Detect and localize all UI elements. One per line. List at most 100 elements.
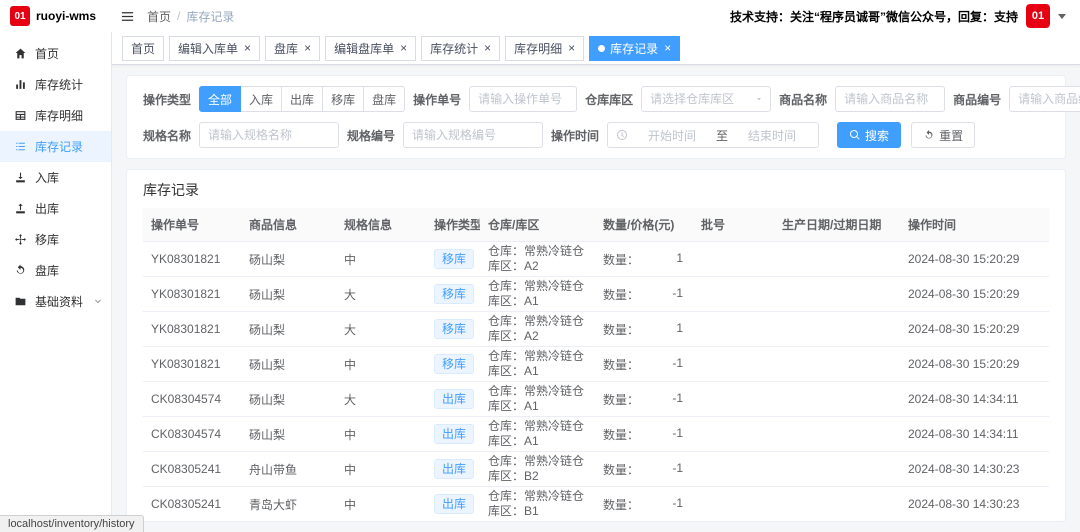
user-menu-caret-down-icon[interactable] (1058, 13, 1066, 19)
sidebar-toggle-icon[interactable] (120, 9, 135, 24)
product-name-label: 商品名称 (779, 92, 828, 107)
operation-type-option[interactable]: 移库 (323, 86, 365, 112)
sidebar-item-transfer[interactable]: 移库 (0, 224, 111, 255)
tab-edit-stocktake-order[interactable]: 编辑盘库单 × (325, 35, 417, 61)
cell-warehouse: 仓库：常熟冷链仓 库区：A2 (480, 311, 595, 347)
sidebar-item-outbound[interactable]: 出库 (0, 193, 111, 224)
tab-label: 库存统计 (430, 41, 479, 56)
product-name-input[interactable] (835, 86, 946, 112)
tab-close-icon[interactable]: × (664, 42, 671, 54)
operation-type-badge: 移库 (434, 284, 475, 304)
product-no-label: 商品编号 (953, 92, 1002, 107)
sidebar-item-label: 库存记录 (35, 140, 84, 154)
operation-time-label: 操作时间 (551, 128, 600, 143)
topbar: 01 ruoyi-wms 首页 / 库存记录 技术支持：关注“程序员诚哥”微信公… (0, 0, 1080, 32)
app-logo[interactable]: 01 ruoyi-wms (0, 6, 112, 26)
cell-time: 2024-08-30 15:20:29 (900, 276, 1049, 312)
detail-icon (14, 109, 27, 122)
cell-warehouse: 仓库：常熟冷链仓 库区：A1 (480, 381, 595, 417)
sidebar-item-inventory-stats[interactable]: 库存统计 (0, 69, 111, 100)
tab-close-icon[interactable]: × (304, 42, 311, 54)
cell-operation-type: 出库 (426, 451, 480, 487)
cell-spec: 中 (336, 346, 426, 382)
product-no-input[interactable] (1009, 86, 1080, 112)
cell-time: 2024-08-30 15:20:29 (900, 346, 1049, 382)
cell-product: 舟山带鱼 (241, 522, 336, 523)
cell-product: 砀山梨 (241, 381, 336, 417)
stocktake-icon (14, 264, 27, 277)
cell-warehouse: 仓库：常熟冷链仓 库区：A1 (480, 416, 595, 452)
table-row: CK08304574 砀山梨大出库 仓库：常熟冷链仓 库区：A1 数量： -1 2024-0… (143, 381, 1049, 417)
operation-type-option[interactable]: 盘库 (364, 86, 406, 112)
tab-home[interactable]: 首页 (122, 35, 165, 61)
cell-spec: 中 (336, 486, 426, 521)
tab-close-icon[interactable]: × (568, 42, 575, 54)
app-logo-icon: 01 (10, 6, 30, 26)
cell-batch (693, 451, 774, 487)
cell-time: 2024-08-30 14:30:23 (900, 522, 1049, 523)
cell-spec: 中 (336, 241, 426, 277)
filter-panel: 操作类型 全部入库出库移库盘库 操作单号 仓库库区 (126, 75, 1080, 159)
chevron-down-icon (93, 297, 103, 307)
cell-operation-type: 出库 (426, 522, 480, 523)
sidebar-item-base-data[interactable]: 基础资料 (0, 286, 111, 317)
sidebar-item-inventory-records[interactable]: 库存记录 (0, 131, 111, 162)
breadcrumb-current: 库存记录 (186, 9, 235, 24)
cell-order-no: CK08304574 (143, 381, 241, 417)
tab-inventory-detail[interactable]: 库存明细 × (505, 35, 585, 61)
refresh-icon (923, 129, 935, 141)
table-row: CK08305241舟山带鱼大出库仓库：常熟冷链仓库区：B2数量：-1 2024-… (143, 522, 1049, 523)
outbound-icon (14, 202, 27, 215)
tab-label: 盘库 (274, 41, 299, 56)
operation-type-field: 操作类型 全部 入库 出库 移库 盘库 (143, 86, 406, 112)
warehouse-area-field: 仓库库区 (585, 86, 772, 112)
tab-label: 库存记录 (610, 41, 659, 56)
column-header: 商品信息 (241, 208, 336, 242)
table-row: YK08301821 砀山梨中移库 仓库：常熟冷链仓 库区：A2 数量： 1 2024-08… (143, 241, 1049, 277)
cell-spec: 中 (336, 416, 426, 452)
cell-dates (774, 451, 900, 487)
cell-batch (693, 276, 774, 312)
cell-order-no: CK08305241 (143, 486, 241, 521)
content-area: 操作类型 全部入库出库移库盘库 操作单号 仓库库区 (112, 65, 1080, 532)
reset-button[interactable]: 重置 (911, 122, 976, 148)
tab-stocktake[interactable]: 盘库 × (265, 35, 321, 61)
search-button[interactable]: 搜索 (837, 122, 902, 148)
breadcrumb-home[interactable]: 首页 (147, 8, 171, 25)
tab-close-icon[interactable]: × (400, 42, 407, 54)
sidebar-item-inventory-detail[interactable]: 库存明细 (0, 100, 111, 131)
operation-no-input[interactable] (469, 86, 578, 112)
user-avatar[interactable]: 01 (1026, 4, 1050, 28)
warehouse-area-select[interactable] (641, 86, 772, 112)
operation-type-badge: 出库 (434, 389, 475, 409)
column-header: 操作时间 (900, 208, 1049, 242)
cell-dates (774, 381, 900, 417)
operation-type-option[interactable]: 入库 (241, 86, 283, 112)
operation-type-badge: 移库 (434, 319, 475, 339)
tab-close-icon[interactable]: × (484, 42, 491, 54)
operation-type-option[interactable]: 出库 (282, 86, 324, 112)
cell-product: 砀山梨 (241, 346, 336, 382)
cell-qty: 数量：-1 (595, 486, 693, 521)
spec-no-input[interactable] (403, 122, 544, 148)
operation-type-badge: 出库 (434, 424, 475, 444)
filter-row-2: 规格名称 规格编号 操作时间 开始时间 (143, 122, 1049, 148)
cell-dates (774, 486, 900, 521)
spec-name-input[interactable] (199, 122, 340, 148)
operation-type-option[interactable]: 全部 (199, 86, 242, 112)
base-data-icon (14, 295, 27, 308)
sidebar-item-stocktake[interactable]: 盘库 (0, 255, 111, 286)
sidebar-item-home[interactable]: 首页 (0, 38, 111, 69)
sidebar-item-inbound[interactable]: 入库 (0, 162, 111, 193)
tab-inventory-records[interactable]: 库存记录 × (589, 35, 681, 61)
cell-qty: 数量： 1 (595, 311, 693, 347)
cell-batch (693, 522, 774, 523)
cell-product: 砀山梨 (241, 276, 336, 312)
filter-row-1: 操作类型 全部入库出库移库盘库 操作单号 仓库库区 (143, 86, 1080, 112)
tab-close-icon[interactable]: × (244, 42, 251, 54)
cell-dates (774, 346, 900, 382)
tab-inventory-stats[interactable]: 库存统计 × (421, 35, 501, 61)
cell-dates (774, 522, 900, 523)
operation-time-range[interactable]: 开始时间 至 结束时间 (607, 122, 820, 148)
tab-edit-inbound-order[interactable]: 编辑入库单 × (169, 35, 261, 61)
